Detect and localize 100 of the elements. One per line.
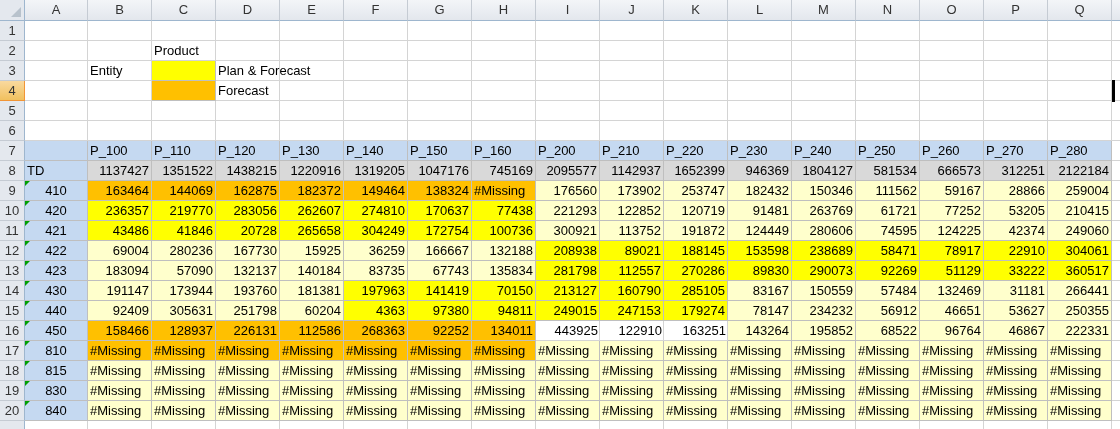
table-cell: #Missing [88,401,152,421]
column-header[interactable]: K [664,0,728,21]
column-header[interactable] [1112,0,1120,21]
table-cell: 112557 [600,261,664,281]
column-header[interactable]: C [152,0,216,21]
table-cell: 124225 [920,221,984,241]
table-cell: #Missing [536,381,600,401]
row-header[interactable]: 12 [0,241,25,261]
row-header[interactable]: 16 [0,321,25,341]
select-all-corner[interactable] [0,0,25,21]
column-header[interactable]: E [280,0,344,21]
column-header[interactable]: B [88,0,152,21]
table-cell: 450 [25,321,88,341]
table-cell: 410 [25,181,88,201]
table-cell: 182372 [280,181,344,201]
column-header[interactable]: F [344,0,408,21]
table-cell: 91481 [728,201,792,221]
row-header[interactable]: 4 [0,81,25,101]
table-cell: 1438215 [216,161,280,181]
table-cell: #Missing [792,401,856,421]
table-cell: 1351522 [152,161,216,181]
table-cell: 195852 [792,321,856,341]
table-cell: 265658 [280,221,344,241]
table-cell: 2122184 [1048,161,1112,181]
table-cell: #Missing [984,341,1048,361]
column-header[interactable]: J [600,0,664,21]
row-header[interactable]: 2 [0,41,25,61]
column-header[interactable]: A [25,0,88,21]
table-cell-text: 443925 [553,322,599,340]
column-header[interactable]: H [472,0,536,21]
row-header[interactable]: 5 [0,101,25,121]
table-cell: 840 [25,401,88,421]
table-cell: 160790 [600,281,664,301]
table-cell: 158466 [88,321,152,341]
table-cell: #Missing [792,361,856,381]
column-header[interactable]: D [216,0,280,21]
table-cell: 46867 [984,321,1048,341]
row-header[interactable]: 17 [0,341,25,361]
row-header[interactable]: 8 [0,161,25,181]
table-cell: #Missing [216,381,280,401]
table-cell: 20728 [216,221,280,241]
table-cell: 143264 [728,321,792,341]
table-cell: #Missing [280,361,344,381]
table-cell: #Missing [600,341,664,361]
column-header[interactable]: N [856,0,920,21]
table-cell: #Missing [600,381,664,401]
table-cell: #Missing [664,341,728,361]
table-cell: 78917 [920,241,984,261]
table-cell: #Missing [856,381,920,401]
table-cell: 191872 [664,221,728,241]
column-header[interactable]: I [536,0,600,21]
row-header[interactable]: 14 [0,281,25,301]
table-cell: 89021 [600,241,664,261]
row-header[interactable]: 10 [0,201,25,221]
row-header[interactable]: 1 [0,21,25,41]
table-cell: #Missing [600,401,664,421]
row-header[interactable]: 15 [0,301,25,321]
table-cell: #Missing [728,381,792,401]
table-cell: #Missing [344,341,408,361]
column-header[interactable]: M [792,0,856,21]
table-cell: 1652399 [664,161,728,181]
table-cell: 83735 [344,261,408,281]
column-header[interactable]: Q [1048,0,1112,21]
table-cell: 440 [25,301,88,321]
table-cell: 268363 [344,321,408,341]
table-cell: #Missing [1048,341,1112,361]
table-cell-text: Entity [89,62,124,80]
table-cell: 197963 [344,281,408,301]
row-header[interactable]: 3 [0,61,25,81]
table-cell: #Missing [920,401,984,421]
row-header[interactable]: 6 [0,121,25,141]
row-header[interactable]: 18 [0,361,25,381]
table-cell: #Missing [1048,361,1112,381]
table-cell: 53627 [984,301,1048,321]
table-cell: P_150 [408,141,472,161]
column-header[interactable]: L [728,0,792,21]
row-header[interactable]: 9 [0,181,25,201]
row-header[interactable]: 19 [0,381,25,401]
table-cell: 150559 [792,281,856,301]
table-cell: 22910 [984,241,1048,261]
table-cell: #Missing [88,381,152,401]
table-cell: P_260 [920,141,984,161]
table-cell: P_130 [280,141,344,161]
row-header[interactable]: 13 [0,261,25,281]
table-cell: 42374 [984,221,1048,241]
row-header[interactable]: 11 [0,221,25,241]
row-header[interactable]: 7 [0,141,25,161]
table-cell: #Missing [216,341,280,361]
table-cell: 830 [25,381,88,401]
table-cell: #Missing [856,361,920,381]
row-header[interactable]: 20 [0,401,25,421]
table-cell: #Missing [664,401,728,421]
table-cell: 300921 [536,221,600,241]
table-cell: #Missing [856,341,920,361]
table-cell: 77252 [920,201,984,221]
column-header[interactable]: G [408,0,472,21]
column-header[interactable]: P [984,0,1048,21]
table-cell: 176560 [536,181,600,201]
table-cell: 28866 [984,181,1048,201]
column-header[interactable]: O [920,0,984,21]
